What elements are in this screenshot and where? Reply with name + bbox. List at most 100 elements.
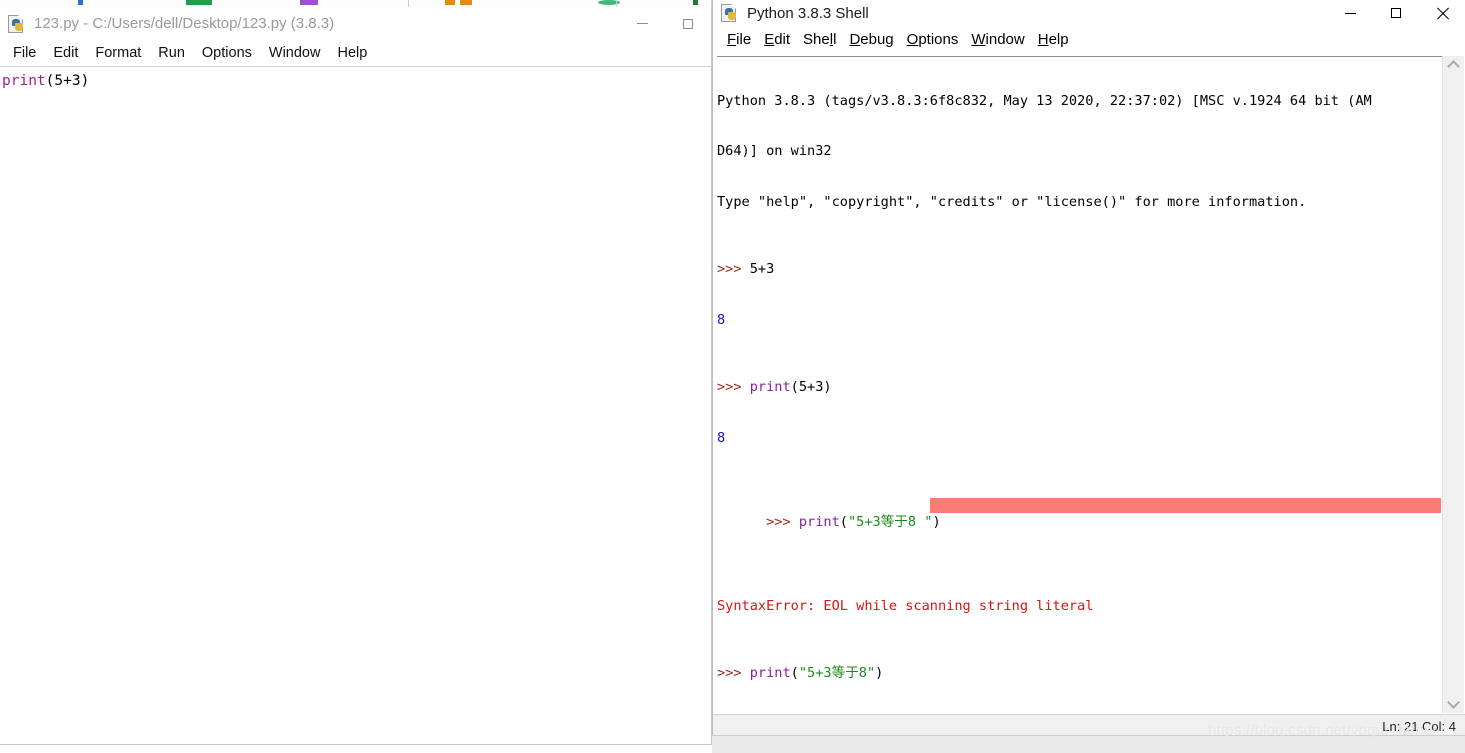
shell-line-banner-1: Python 3.8.3 (tags/v3.8.3:6f8c832, May 1… — [717, 93, 1443, 110]
shell-menu-file-mnemonic: F — [727, 30, 737, 48]
editor-menu-window[interactable]: Window — [261, 43, 330, 63]
maximize-icon — [683, 18, 693, 29]
shell-input-sum: 5+3 — [749, 261, 775, 278]
shell-prompt: >>> — [766, 513, 791, 530]
maximize-icon — [1391, 8, 1401, 18]
shell-output-8a: 8 — [717, 311, 726, 328]
python-file-icon — [720, 4, 738, 22]
shell-menu-debug-label: ebug — [860, 30, 894, 48]
python-file-icon — [7, 14, 25, 33]
shell-paren-close: ) — [932, 513, 941, 530]
shell-menu-debug[interactable]: Debug — [849, 31, 906, 48]
shell-menu-window-mnemonic: W — [971, 30, 986, 48]
shell-menu-debug-mnemonic: D — [849, 30, 861, 48]
shell-menu-window-label: indow — [985, 30, 1025, 48]
scroll-down-button[interactable] — [1443, 695, 1464, 713]
shell-menu-help-mnemonic: H — [1037, 30, 1049, 48]
shell-menu-shell[interactable]: Shell — [803, 31, 849, 48]
shell-syntax-error-text: SyntaxError: EOL while scanning string l… — [717, 598, 1094, 614]
strip-mark-green — [186, 0, 212, 5]
idle-editor-window[interactable]: 123.py - C:/Users/dell/Desktop/123.py (3… — [0, 7, 712, 745]
shell-paren-open: ( — [790, 665, 799, 682]
strip-separator-2 — [616, 0, 617, 7]
strip-separator-1 — [408, 0, 409, 7]
shell-line-banner-2: D64)] on win32 — [717, 143, 1443, 160]
shell-banner-line-2: D64)] on win32 — [717, 143, 832, 160]
shell-line-input-1: >>> 5+3 — [717, 261, 1443, 278]
close-icon — [1436, 7, 1449, 20]
editor-menu-format[interactable]: Format — [87, 43, 150, 63]
shell-print-sum-arg: (5+3) — [790, 379, 832, 396]
strip-mark-orange-1 — [445, 0, 455, 5]
shell-menu-edit-mnemonic: E — [764, 30, 775, 48]
strip-mark-blue — [78, 0, 83, 5]
shell-keyword-print: print — [798, 513, 840, 530]
shell-minimize-button[interactable] — [1327, 0, 1373, 26]
shell-menu-edit[interactable]: Edit — [764, 31, 803, 48]
shell-menubar[interactable]: File Edit Shell Debug Options Window Hel… — [713, 26, 1465, 52]
shell-output-8b: 8 — [717, 429, 726, 446]
shell-menu-options-mnemonic: O — [906, 30, 919, 48]
editor-code-rest: (5+3) — [45, 73, 90, 89]
editor-code-area[interactable]: print(5+3) — [0, 67, 711, 744]
shell-banner-line-1: Python 3.8.3 (tags/v3.8.3:6f8c832, May 1… — [717, 92, 1372, 109]
shell-line-input-2: >>> print(5+3) — [717, 379, 1443, 396]
shell-line-error: SyntaxError: EOL while scanning string l… — [717, 598, 1443, 615]
shell-menu-options-label: ptions — [918, 30, 959, 48]
shell-line-input-4: >>> print("5+3等于8") — [717, 665, 1443, 682]
editor-window-controls[interactable] — [619, 7, 711, 40]
chevron-up-icon — [1447, 60, 1460, 73]
shell-line-input-3-error: >>> print("5+3等于8 ") — [717, 497, 1443, 530]
shell-line-blank-1 — [717, 547, 1443, 564]
shell-window-title: Python 3.8.3 Shell — [747, 4, 869, 22]
strip-mark-purple — [300, 0, 318, 5]
shell-line-output-2: 8 — [717, 430, 1443, 447]
shell-menu-window[interactable]: Window — [971, 31, 1037, 48]
shell-paren-close: ) — [875, 665, 884, 682]
python-shell-window[interactable]: Python 3.8.3 Shell File Edit Shell Debug… — [712, 0, 1465, 735]
strip-mark-orange-2 — [460, 0, 472, 5]
editor-menubar[interactable]: File Edit Format Run Options Window Help — [0, 40, 711, 67]
shell-line-banner-3: Type "help", "copyright", "credits" or "… — [717, 194, 1443, 211]
shell-menu-shell-post: l — [833, 30, 837, 48]
editor-menu-file[interactable]: File — [5, 43, 45, 63]
shell-output-area[interactable]: Python 3.8.3 (tags/v3.8.3:6f8c832, May 1… — [717, 56, 1443, 713]
shell-string-terminated: "5+3等于8" — [798, 665, 876, 682]
editor-menu-help[interactable]: Help — [329, 43, 376, 63]
shell-banner-line-3: Type "help", "copyright", "credits" or "… — [717, 193, 1307, 210]
shell-window-controls[interactable] — [1327, 0, 1465, 26]
shell-keyword-print: print — [749, 379, 791, 396]
editor-menu-run[interactable]: Run — [150, 43, 194, 63]
editor-window-title: 123.py - C:/Users/dell/Desktop/123.py (3… — [34, 15, 335, 32]
shell-titlebar[interactable]: Python 3.8.3 Shell — [713, 0, 1465, 26]
watermark-text: https://blog.csdn.net/yogur_father — [1208, 722, 1438, 739]
shell-menu-help-label: elp — [1048, 30, 1069, 48]
shell-menu-options[interactable]: Options — [907, 31, 972, 48]
shell-paren-open: ( — [839, 513, 848, 530]
editor-menu-edit[interactable]: Edit — [45, 43, 87, 63]
editor-menu-options[interactable]: Options — [194, 43, 261, 63]
shell-prompt: >>> — [717, 261, 742, 278]
shell-keyword-print: print — [749, 665, 791, 682]
shell-menu-file[interactable]: File — [727, 31, 764, 48]
minimize-icon — [1344, 12, 1356, 14]
minimize-icon — [636, 23, 648, 24]
shell-prompt: >>> — [717, 665, 742, 682]
shell-menu-edit-label: dit — [774, 30, 791, 48]
shell-menu-shell-pre: She — [803, 30, 830, 48]
editor-code-keyword: print — [2, 73, 46, 89]
shell-menu-help[interactable]: Help — [1038, 31, 1082, 48]
shell-prompt: >>> — [717, 379, 742, 396]
scroll-up-button[interactable] — [1443, 56, 1464, 74]
shell-menu-file-label: ile — [736, 30, 752, 48]
editor-minimize-button[interactable] — [619, 7, 665, 40]
shell-vertical-scrollbar[interactable] — [1442, 56, 1464, 713]
shell-maximize-button[interactable] — [1373, 0, 1419, 26]
shell-string-unterminated: "5+3等于8 " — [847, 513, 933, 530]
editor-maximize-button[interactable] — [665, 7, 711, 40]
error-highlight-band — [930, 497, 1441, 513]
editor-titlebar[interactable]: 123.py - C:/Users/dell/Desktop/123.py (3… — [0, 7, 711, 40]
strip-mark-darkgreen — [693, 0, 698, 5]
shell-close-button[interactable] — [1419, 0, 1465, 26]
chevron-down-icon — [1447, 696, 1460, 709]
